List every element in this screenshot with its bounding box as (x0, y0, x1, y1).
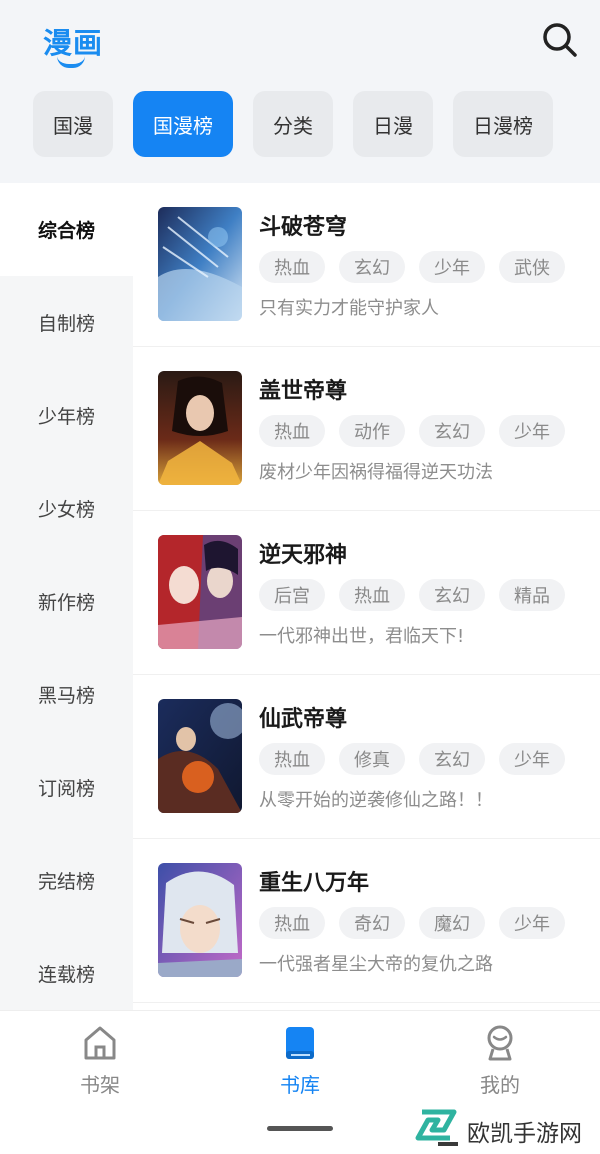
sidebar-item-label: 综合榜 (37, 220, 95, 242)
comic-tag: 修真 (339, 743, 405, 775)
comic-cover (158, 535, 242, 649)
tab-label: 日漫 (373, 113, 413, 138)
logo-smile (57, 56, 85, 68)
comic-title: 重生八万年 (259, 871, 370, 896)
comic-tag: 少年 (499, 415, 565, 447)
header: 漫画 国漫 国漫榜 分类 日漫 日漫榜 (0, 0, 600, 183)
comic-tag: 玄幻 (419, 415, 485, 447)
comic-tag: 精品 (499, 579, 565, 611)
sidebar-item-darkhorse[interactable]: 黑马榜 (0, 648, 133, 741)
comic-tag: 动作 (339, 415, 405, 447)
sidebar-item-new[interactable]: 新作榜 (0, 555, 133, 648)
tab-riman-rank[interactable]: 日漫榜 (453, 91, 553, 157)
sidebar-item-original[interactable]: 自制榜 (0, 276, 133, 369)
comic-tag: 热血 (339, 579, 405, 611)
watermark-logo-icon (415, 1109, 458, 1146)
comic-description: 一代邪神出世，君临天下! (259, 626, 465, 647)
sidebar-item-overall[interactable]: 综合榜 (0, 183, 133, 276)
comic-title: 斗破苍穹 (259, 215, 348, 240)
tab-label: 日漫榜 (473, 113, 533, 138)
tab-label: 国漫榜 (153, 113, 213, 138)
comic-title: 仙武帝尊 (259, 707, 348, 732)
comic-tag: 少年 (499, 743, 565, 775)
watermark-text: 欧凯手游网 (467, 1121, 582, 1147)
tab-guoman[interactable]: 国漫 (33, 91, 113, 157)
sidebar-item-shonen[interactable]: 少年榜 (0, 369, 133, 462)
sidebar-item-shojo[interactable]: 少女榜 (0, 462, 133, 555)
comic-tag: 玄幻 (419, 579, 485, 611)
comic-item[interactable]: 仙武帝尊 热血 修真 玄幻 少年 从零开始的逆袭修仙之路！！ (133, 675, 600, 839)
tab-category[interactable]: 分类 (253, 91, 333, 157)
comic-item[interactable]: 逆天邪神 后宫 热血 玄幻 精品 一代邪神出世，君临天下! (133, 511, 600, 675)
sidebar-item-label: 连载榜 (37, 964, 95, 986)
comic-tag: 魔幻 (419, 907, 485, 939)
comic-cover (158, 863, 242, 977)
home-indicator[interactable] (267, 1126, 333, 1131)
comic-tag: 玄幻 (339, 251, 405, 283)
tab-label: 分类 (273, 113, 313, 138)
ranking-sidebar: 综合榜 自制榜 少年榜 少女榜 新作榜 黑马榜 订阅榜 完结榜 连载榜 (0, 183, 133, 1010)
nav-library[interactable]: 书库 (250, 1025, 350, 1105)
comic-cover (158, 699, 242, 813)
watermark: 欧凯手游网 (414, 1108, 594, 1148)
tab-guoman-rank[interactable]: 国漫榜 (133, 91, 233, 157)
comic-description: 废材少年因祸得福得逆天功法 (259, 462, 493, 483)
comic-tag: 热血 (259, 907, 325, 939)
nav-label: 书库 (280, 1073, 320, 1097)
sidebar-item-subscribe[interactable]: 订阅榜 (0, 741, 133, 834)
comic-tag: 奇幻 (339, 907, 405, 939)
sidebar-item-label: 黑马榜 (37, 685, 95, 707)
comic-item[interactable]: 盖世帝尊 热血 动作 玄幻 少年 废材少年因祸得福得逆天功法 (133, 347, 600, 511)
comic-cover (158, 371, 242, 485)
nav-label: 书架 (80, 1073, 120, 1097)
sidebar-item-label: 少女榜 (37, 499, 95, 521)
sidebar-item-label: 新作榜 (37, 592, 95, 614)
comic-title: 盖世帝尊 (259, 379, 348, 404)
comic-tag: 热血 (259, 415, 325, 447)
nav-bookshelf[interactable]: 书架 (50, 1025, 150, 1105)
tab-label: 国漫 (53, 113, 93, 138)
sidebar-item-label: 少年榜 (37, 406, 95, 428)
sidebar-item-label: 订阅榜 (37, 778, 95, 800)
comic-title: 逆天邪神 (259, 543, 348, 568)
app-logo: 漫画 (43, 20, 103, 72)
comic-tag: 少年 (419, 251, 485, 283)
sidebar-item-completed[interactable]: 完结榜 (0, 834, 133, 927)
comic-item[interactable]: 斗破苍穹 热血 玄幻 少年 武侠 只有实力才能守护家人 (133, 183, 600, 347)
sidebar-item-serial[interactable]: 连载榜 (0, 927, 133, 1020)
search-icon (543, 23, 577, 57)
tab-riman[interactable]: 日漫 (353, 91, 433, 157)
comic-item[interactable]: 重生八万年 热血 奇幻 魔幻 少年 一代强者星尘大帝的复仇之路 (133, 839, 600, 1003)
comic-description: 只有实力才能守护家人 (259, 298, 439, 319)
nav-profile[interactable]: 我的 (450, 1025, 550, 1105)
book-icon (286, 1027, 314, 1059)
comic-description: 一代强者星尘大帝的复仇之路 (259, 954, 493, 975)
nav-label: 我的 (480, 1073, 520, 1097)
comic-list: 斗破苍穹 热血 玄幻 少年 武侠 只有实力才能守护家人 盖世帝尊 热血 动作 玄… (133, 183, 600, 1010)
profile-icon (487, 1025, 513, 1061)
comic-tag: 武侠 (499, 251, 565, 283)
comic-description: 从零开始的逆袭修仙之路！！ (259, 790, 493, 811)
comic-tag: 玄幻 (419, 743, 485, 775)
sidebar-item-label: 完结榜 (37, 871, 95, 893)
sidebar-item-label: 自制榜 (37, 313, 95, 335)
comic-tag: 热血 (259, 251, 325, 283)
comic-tag: 热血 (259, 743, 325, 775)
comic-cover (158, 207, 242, 321)
search-button[interactable] (540, 20, 580, 60)
comic-tag: 少年 (499, 907, 565, 939)
home-icon (84, 1026, 116, 1060)
comic-tag: 后宫 (259, 579, 325, 611)
